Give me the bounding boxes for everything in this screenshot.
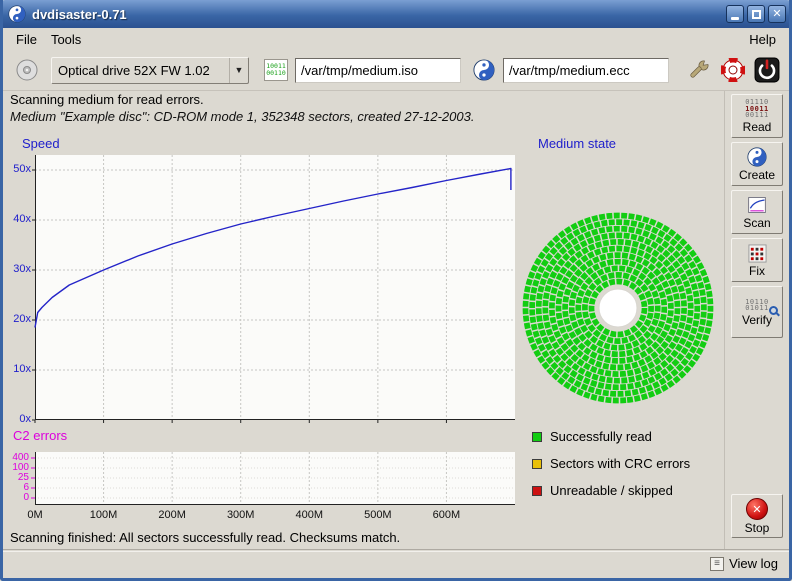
c2-errors-chart [35, 452, 515, 505]
stop-button[interactable]: ✕ Stop [731, 494, 783, 538]
verify-button[interactable]: 10110 01011 Verify [731, 286, 783, 338]
legend-swatch-green [532, 432, 542, 442]
magnifier-icon [769, 306, 778, 315]
scan-chart-icon [747, 195, 767, 215]
x-axis-tick: 600M [426, 509, 466, 521]
medium-state-legend: Successfully read Sectors with CRC error… [532, 423, 690, 504]
log-icon: ≡ [710, 557, 724, 571]
scan-button[interactable]: Scan [731, 190, 783, 234]
speed-y-tick: 20x [2, 313, 31, 325]
app-window: dvdisaster-0.71 ✕ File Tools Help Optica… [0, 0, 792, 581]
footer-separator [3, 549, 789, 552]
fix-button[interactable]: Fix [731, 238, 783, 282]
fix-button-label: Fix [749, 265, 765, 277]
x-axis-tick: 400M [289, 509, 329, 521]
read-button[interactable]: 01110 10011 00111 Read [731, 94, 783, 138]
verify-button-label: Verify [742, 314, 772, 326]
x-axis-tick: 0M [15, 509, 55, 521]
create-button[interactable]: Create [731, 142, 783, 186]
legend-item-unreadable: Unreadable / skipped [532, 477, 690, 504]
scan-result-text: Scanning finished: All sectors successfu… [10, 530, 400, 545]
speed-chart [35, 155, 515, 420]
fix-sectors-icon [748, 244, 767, 263]
view-log-label: View log [729, 556, 778, 571]
read-button-label: Read [743, 121, 772, 133]
x-axis-tick: 100M [84, 509, 124, 521]
medium-state-disc [520, 210, 716, 406]
read-binary-icon: 01110 10011 00111 [745, 99, 769, 119]
speed-y-tick: 10x [2, 363, 31, 375]
legend-item-read: Successfully read [532, 423, 690, 450]
x-axis-tick: 300M [221, 509, 261, 521]
legend-swatch-red [532, 486, 542, 496]
stop-icon: ✕ [746, 498, 768, 520]
legend-item-crc: Sectors with CRC errors [532, 450, 690, 477]
legend-swatch-yellow [532, 459, 542, 469]
create-yinyang-icon [747, 147, 767, 167]
speed-y-tick: 30x [2, 263, 31, 275]
stop-button-label: Stop [745, 522, 770, 534]
c2-y-tick: 0 [2, 492, 29, 503]
scan-button-label: Scan [743, 217, 770, 229]
x-axis-tick: 200M [152, 509, 192, 521]
verify-binary-icon: 10110 01011 [745, 299, 769, 312]
speed-y-tick: 0x [2, 413, 31, 425]
speed-y-tick: 50x [2, 163, 31, 175]
view-log-button[interactable]: ≡ View log [710, 556, 778, 571]
sidebar-separator [724, 91, 725, 549]
speed-y-tick: 40x [2, 213, 31, 225]
x-axis-tick: 500M [358, 509, 398, 521]
create-button-label: Create [739, 169, 775, 181]
